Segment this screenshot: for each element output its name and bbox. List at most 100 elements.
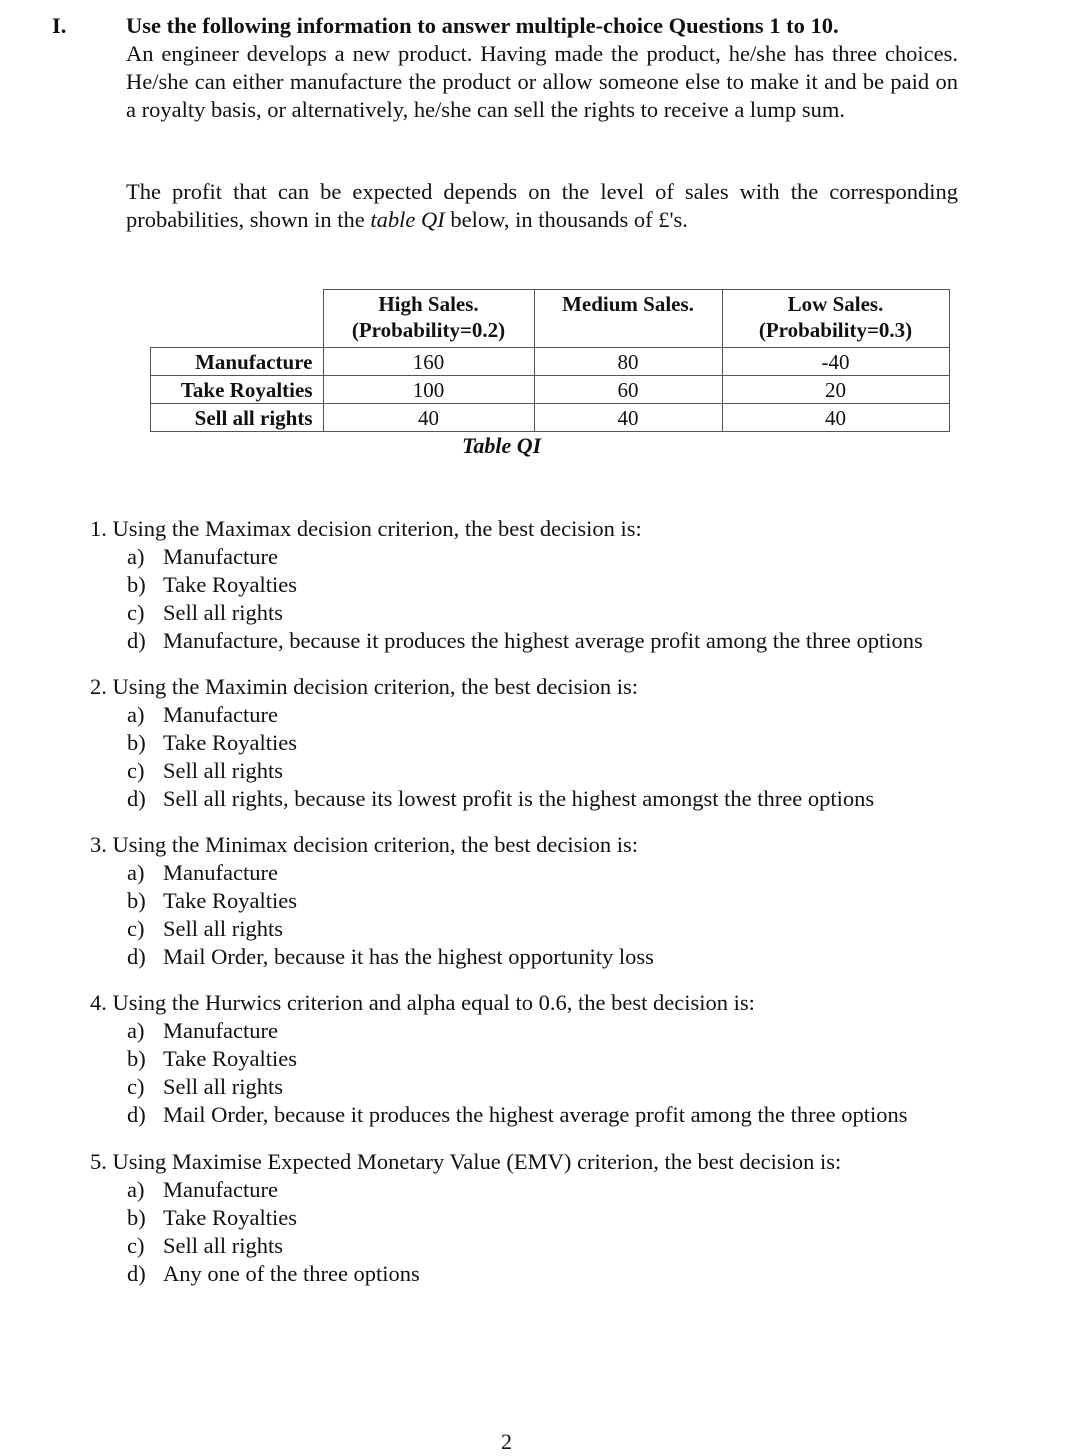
option-letter: a) <box>127 544 145 569</box>
option-text: Take Royalties <box>163 572 298 597</box>
option-text: Manufacture <box>163 544 278 569</box>
option-letter: a) <box>127 1177 145 1202</box>
option-text: Mail Order, because it has the highest o… <box>163 944 654 969</box>
question-4: 4. Using the Hurwics criterion and alpha… <box>90 989 970 1129</box>
intro-paragraph: An engineer develops a new product. Havi… <box>126 41 958 122</box>
option-d[interactable]: d) Mail Order, because it produces the hi… <box>127 1101 970 1129</box>
option-b[interactable]: b) Take Royalties <box>127 887 970 915</box>
option-text: Sell all rights <box>163 600 283 625</box>
header-low-sales: Low Sales. (Probability=0.3) <box>721 289 950 348</box>
option-a[interactable]: a) Manufacture <box>127 543 970 571</box>
question-3: 3. Using the Minimax decision criterion,… <box>90 831 970 971</box>
row-label: Take Royalties <box>150 375 324 404</box>
option-a[interactable]: a) Manufacture <box>127 859 970 887</box>
option-b[interactable]: b) Take Royalties <box>127 1045 970 1073</box>
table-corner-cell <box>150 289 324 348</box>
option-a[interactable]: a) Manufacture <box>127 1017 970 1045</box>
option-text: Sell all rights <box>163 758 283 783</box>
option-a[interactable]: a) Manufacture <box>127 701 970 729</box>
option-text: Manufacture <box>163 1177 278 1202</box>
option-text: Any one of the three options <box>163 1261 420 1286</box>
header-probability: (Probability=0.2) <box>351 318 506 342</box>
option-letter: d) <box>127 1261 146 1286</box>
table-header-row: High Sales. (Probability=0.2) Medium Sal… <box>150 289 950 348</box>
option-letter: c) <box>127 1233 145 1258</box>
option-letter: b) <box>127 1205 146 1230</box>
option-b[interactable]: b) Take Royalties <box>127 1204 970 1232</box>
option-text: Sell all rights <box>163 1233 283 1258</box>
table-row: Take Royalties 100 60 20 <box>150 375 950 404</box>
table-intro-text-end: below, in thousands of £'s. <box>444 207 688 232</box>
option-letter: c) <box>127 916 145 941</box>
option-d[interactable]: d) Manufacture, because it produces the h… <box>127 627 970 655</box>
table-cell: 60 <box>533 375 723 404</box>
option-letter: b) <box>127 1046 146 1071</box>
option-c[interactable]: c) Sell all rights <box>127 915 970 943</box>
option-letter: d) <box>127 786 146 811</box>
header-probability: (Probability=0.3) <box>758 318 913 342</box>
option-text: Take Royalties <box>163 1046 298 1071</box>
option-b[interactable]: b) Take Royalties <box>127 571 970 599</box>
option-text: Manufacture <box>163 860 278 885</box>
table-caption: Table QI <box>462 433 542 458</box>
option-text: Manufacture <box>163 702 278 727</box>
option-text: Take Royalties <box>163 730 298 755</box>
row-label: Manufacture <box>150 347 324 376</box>
table-cell: 40 <box>322 403 535 432</box>
option-letter: b) <box>127 730 146 755</box>
option-letter: b) <box>127 888 146 913</box>
intro-block: Use the following information to answer … <box>126 12 958 124</box>
option-d[interactable]: d) Sell all rights, because its lowest pr… <box>127 785 970 813</box>
option-text: Manufacture <box>163 1018 278 1043</box>
option-text: Sell all rights, because its lowest prof… <box>163 786 875 811</box>
option-c[interactable]: c) Sell all rights <box>127 599 970 627</box>
option-d[interactable]: d) Mail Order, because it has the highest… <box>127 943 970 971</box>
table-cell: 40 <box>533 403 723 432</box>
header-high-sales: High Sales. (Probability=0.2) <box>322 289 535 348</box>
table-cell: 20 <box>721 375 950 404</box>
option-letter: d) <box>127 628 146 653</box>
row-label: Sell all rights <box>150 403 324 432</box>
question-5: 5. Using Maximise Expected Monetary Valu… <box>90 1148 970 1288</box>
option-c[interactable]: c) Sell all rights <box>127 757 970 785</box>
option-letter: c) <box>127 600 145 625</box>
option-letter: d) <box>127 1102 146 1127</box>
table-cell: 100 <box>322 375 535 404</box>
section-heading: Use the following information to answer … <box>126 13 839 38</box>
table-cell: 40 <box>721 403 950 432</box>
option-letter: c) <box>127 758 145 783</box>
option-letter: a) <box>127 1018 145 1043</box>
option-text: Sell all rights <box>163 1074 283 1099</box>
question-1: 1. Using the Maximax decision criterion,… <box>90 515 970 655</box>
option-b[interactable]: b) Take Royalties <box>127 729 970 757</box>
page-number: 2 <box>501 1429 512 1454</box>
option-letter: c) <box>127 1074 145 1099</box>
option-text: Take Royalties <box>163 888 298 913</box>
option-d[interactable]: d) Any one of the three options <box>127 1260 970 1288</box>
option-text: Mail Order, because it produces the high… <box>163 1102 908 1127</box>
table-reference: table QI <box>370 207 445 232</box>
option-c[interactable]: c) Sell all rights <box>127 1232 970 1260</box>
header-title: High Sales. <box>378 292 479 316</box>
profit-table: High Sales. (Probability=0.2) Medium Sal… <box>150 289 950 432</box>
table-intro-paragraph: The profit that can be expected depends … <box>126 178 958 234</box>
option-c[interactable]: c) Sell all rights <box>127 1073 970 1101</box>
table-cell: -40 <box>721 347 950 376</box>
question-stem: 2. Using the Maximin decision criterion,… <box>90 674 639 699</box>
table-cell: 80 <box>533 347 723 376</box>
question-stem: 3. Using the Minimax decision criterion,… <box>90 832 639 857</box>
header-title: Low Sales. <box>787 292 884 316</box>
section-number: I. <box>52 13 67 38</box>
question-stem: 4. Using the Hurwics criterion and alpha… <box>90 990 755 1015</box>
table-cell: 160 <box>322 347 535 376</box>
header-title: Medium Sales. <box>562 292 694 316</box>
option-letter: a) <box>127 860 145 885</box>
table-row: Sell all rights 40 40 40 <box>150 403 950 432</box>
question-stem: 5. Using Maximise Expected Monetary Valu… <box>90 1149 842 1174</box>
question-stem: 1. Using the Maximax decision criterion,… <box>90 516 642 541</box>
option-a[interactable]: a) Manufacture <box>127 1176 970 1204</box>
question-2: 2. Using the Maximin decision criterion,… <box>90 673 970 813</box>
option-text: Take Royalties <box>163 1205 298 1230</box>
option-letter: b) <box>127 572 146 597</box>
header-medium-sales: Medium Sales. <box>533 289 723 348</box>
